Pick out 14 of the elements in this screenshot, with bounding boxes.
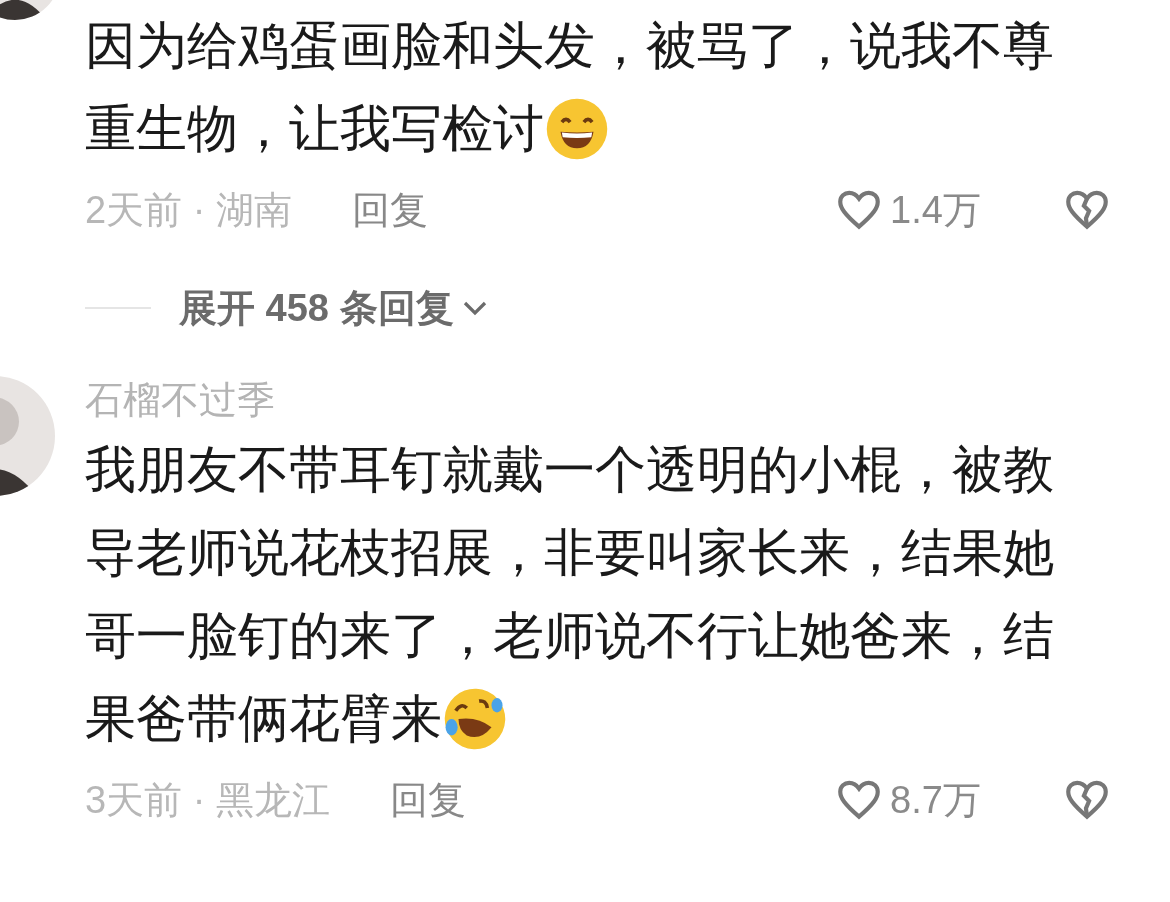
comment-line: 导老师说花枝招展，非要叫家长来，结果她 — [85, 523, 1054, 583]
time-location: 2天前 · 湖南 — [85, 187, 292, 233]
comment-line: 哥一脸钉的来了，老师说不行让她爸来，结 — [85, 606, 1054, 666]
comment-line: 重生物，让我写检讨 — [85, 99, 544, 159]
comment-line: 我朋友不带耳钉就戴一个透明的小棍，被教 — [85, 440, 1054, 500]
like-count: 8.7万 — [890, 777, 982, 823]
username[interactable]: 石榴不过季 — [85, 368, 1170, 428]
reply-button[interactable]: 回复 — [389, 771, 466, 829]
expand-replies-button[interactable]: 展开 458 条回复 — [179, 279, 490, 337]
time-location: 3天前 · 黑龙江 — [85, 777, 330, 823]
reply-button[interactable]: 回复 — [351, 181, 428, 239]
like-count: 1.4万 — [890, 187, 982, 233]
comment-line: 果爸带俩花臂来 — [85, 689, 442, 749]
comment-line: 因为给鸡蛋画脸和头发，被骂了，说我不尊 — [85, 16, 1054, 76]
